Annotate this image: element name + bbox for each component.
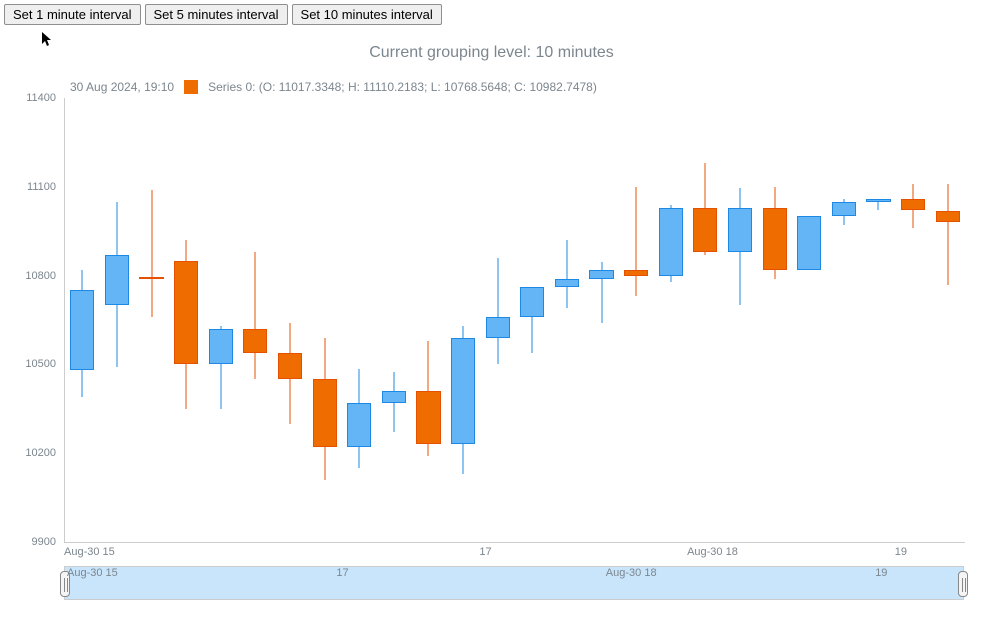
candle[interactable] xyxy=(693,98,717,542)
y-tick-label: 11400 xyxy=(0,92,60,104)
candle[interactable] xyxy=(451,98,475,542)
set-1-minute-button[interactable]: Set 1 minute interval xyxy=(4,4,141,25)
candle[interactable] xyxy=(174,98,198,542)
candle[interactable] xyxy=(866,98,890,542)
y-tick-label: 9900 xyxy=(0,536,60,548)
legend-timestamp: 30 Aug 2024, 19:10 xyxy=(70,80,174,94)
chart-plot-area[interactable] xyxy=(64,98,965,543)
candle[interactable] xyxy=(382,98,406,542)
candle[interactable] xyxy=(901,98,925,542)
candle[interactable] xyxy=(832,98,856,542)
y-tick-label: 10200 xyxy=(0,447,60,459)
candle[interactable] xyxy=(278,98,302,542)
candle[interactable] xyxy=(555,98,579,542)
candle[interactable] xyxy=(313,98,337,542)
candle[interactable] xyxy=(347,98,371,542)
legend-swatch-series0 xyxy=(184,80,198,94)
candle[interactable] xyxy=(486,98,510,542)
candle[interactable] xyxy=(70,98,94,542)
y-tick-label: 11100 xyxy=(0,181,60,193)
candle[interactable] xyxy=(520,98,544,542)
y-tick-label: 10800 xyxy=(0,270,60,282)
scroller-handle-right[interactable] xyxy=(958,571,968,597)
chart-scroller[interactable]: Aug-30 15 17 Aug-30 18 19 xyxy=(64,566,964,600)
candle[interactable] xyxy=(416,98,440,542)
x-tick-label: 17 xyxy=(479,546,491,558)
candle[interactable] xyxy=(243,98,267,542)
candle[interactable] xyxy=(624,98,648,542)
x-tick-label: Aug-30 18 xyxy=(687,546,738,558)
scroller-tick-label: 19 xyxy=(873,567,887,579)
candle[interactable] xyxy=(936,98,960,542)
candle[interactable] xyxy=(139,98,163,542)
y-axis: 99001020010500108001110011400 xyxy=(0,98,60,542)
chart-legend: 30 Aug 2024, 19:10 Series 0: (O: 11017.3… xyxy=(70,80,597,94)
scroller-tick-label: 17 xyxy=(334,567,348,579)
legend-series-text: Series 0: (O: 11017.3348; H: 11110.2183;… xyxy=(208,80,597,94)
set-5-minutes-button[interactable]: Set 5 minutes interval xyxy=(145,4,288,25)
scroller-tick-label: Aug-30 18 xyxy=(604,567,657,579)
set-10-minutes-button[interactable]: Set 10 minutes interval xyxy=(292,4,442,25)
x-tick-label: Aug-30 15 xyxy=(64,546,115,558)
x-tick-label: 19 xyxy=(895,546,907,558)
scroller-selection[interactable] xyxy=(65,567,963,599)
scroller-tick-label: Aug-30 15 xyxy=(65,567,118,579)
interval-toolbar: Set 1 minute interval Set 5 minutes inte… xyxy=(4,4,442,25)
candle[interactable] xyxy=(659,98,683,542)
candle[interactable] xyxy=(763,98,787,542)
x-axis: Aug-30 15 17 Aug-30 18 19 xyxy=(64,546,964,564)
candle[interactable] xyxy=(797,98,821,542)
candle[interactable] xyxy=(105,98,129,542)
y-tick-label: 10500 xyxy=(0,358,60,370)
candle[interactable] xyxy=(728,98,752,542)
candle[interactable] xyxy=(209,98,233,542)
candle[interactable] xyxy=(589,98,613,542)
chart-title: Current grouping level: 10 minutes xyxy=(0,44,983,62)
